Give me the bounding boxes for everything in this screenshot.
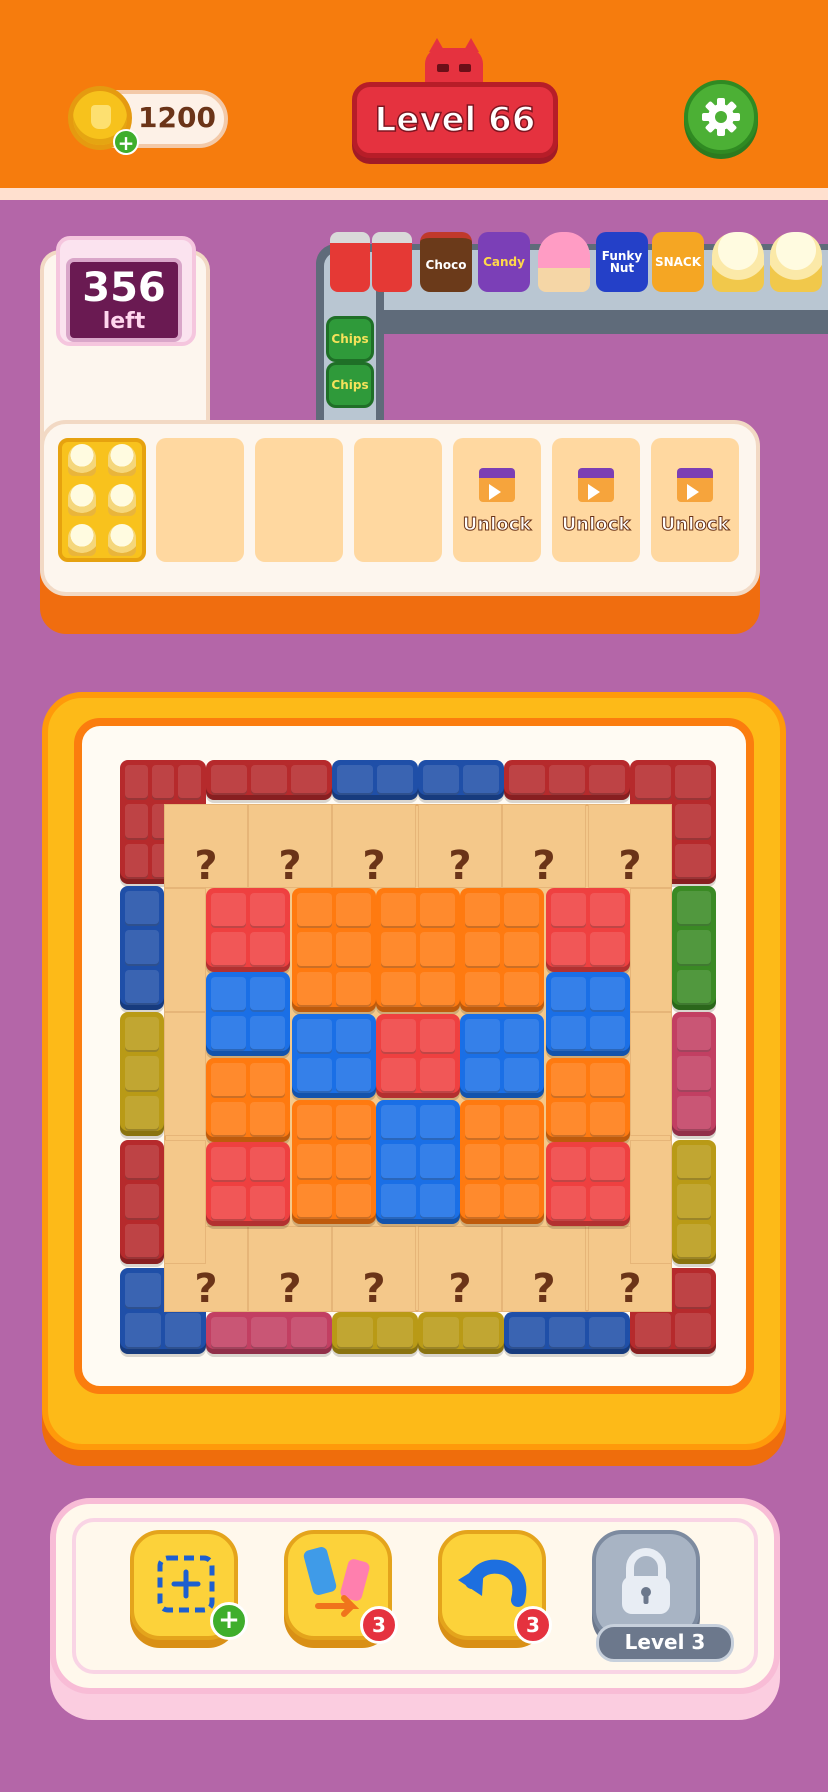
popcorn-icon [68, 484, 96, 516]
tray-slot-empty [156, 438, 244, 562]
mystery-tile: ? [248, 804, 332, 889]
block-tile[interactable] [332, 760, 418, 800]
conveyor-item-chips: Chips [326, 316, 374, 362]
level-badge: Level 66 [352, 82, 558, 158]
tray-slot-locked[interactable]: Unlock [651, 438, 739, 562]
settings-button[interactable] [684, 80, 758, 154]
block-tile[interactable] [460, 1100, 544, 1224]
popcorn-icon [68, 524, 96, 556]
tray-slot-filled [58, 438, 146, 562]
mystery-tile [164, 1012, 206, 1136]
block-tile[interactable] [206, 972, 290, 1056]
tray-slot-locked[interactable]: Unlock [453, 438, 541, 562]
mystery-tile: ? [332, 804, 416, 889]
conveyor-item-popcorn [712, 232, 764, 292]
block-tile[interactable] [672, 1140, 716, 1264]
conveyor-item-chips: Chips [326, 362, 374, 408]
conveyor-item-popcorn [770, 232, 822, 292]
block-tile[interactable] [120, 886, 164, 1010]
mystery-tile: ? [418, 804, 502, 889]
block-tile[interactable] [418, 1312, 504, 1354]
mystery-tile: ? [418, 1226, 502, 1312]
mystery-tile [164, 888, 206, 1012]
popcorn-icon [108, 484, 136, 516]
undo-button[interactable]: 3 [438, 1530, 552, 1644]
block-tile[interactable] [292, 888, 376, 1012]
block-tile[interactable] [376, 888, 460, 1012]
conveyor-item-icecream [538, 232, 590, 292]
video-ad-icon [479, 468, 515, 502]
block-tile[interactable] [206, 1142, 290, 1226]
popcorn-icon [108, 524, 136, 556]
add-coins-icon[interactable]: + [113, 129, 139, 155]
mystery-tile: ? [502, 804, 586, 889]
block-tile[interactable] [460, 1014, 544, 1098]
block-tile[interactable] [376, 1014, 460, 1098]
block-tile[interactable] [546, 888, 630, 972]
gear-icon [702, 98, 740, 136]
unlock-label: Unlock [660, 514, 730, 536]
tray-slot-empty [255, 438, 343, 562]
tray-slot-empty [354, 438, 442, 562]
coin-amount: 1200 [138, 101, 216, 134]
block-tile[interactable] [206, 760, 332, 800]
undo-count-badge: 3 [514, 1606, 552, 1644]
coin-icon: + [68, 86, 139, 155]
block-tile[interactable] [546, 1058, 630, 1142]
popcorn-icon [108, 444, 136, 476]
conveyor-item-snackbag: SNACK [652, 232, 704, 292]
mystery-tile [630, 1140, 672, 1264]
block-tile[interactable] [206, 1312, 332, 1354]
remaining-number: 356 [82, 265, 166, 311]
locked-booster-label: Level 3 [596, 1624, 734, 1662]
unlock-label: Unlock [561, 514, 631, 536]
mystery-tile: ? [164, 804, 248, 889]
mystery-tile: ? [502, 1226, 586, 1312]
block-tile[interactable] [292, 1100, 376, 1224]
block-tile[interactable] [206, 888, 290, 972]
block-tile[interactable] [672, 1012, 716, 1136]
block-tile[interactable] [376, 1100, 460, 1224]
video-ad-icon [677, 468, 713, 502]
mystery-tile [630, 1012, 672, 1136]
mystery-tile: ? [332, 1226, 416, 1312]
conveyor-item-candy: Candy [478, 232, 530, 292]
block-tile[interactable] [672, 886, 716, 1010]
block-tile[interactable] [120, 1012, 164, 1136]
conveyor-item-can [372, 232, 412, 292]
block-tile[interactable] [460, 888, 544, 1012]
block-tile[interactable] [120, 1140, 164, 1264]
remaining-counter: 356 left [66, 258, 182, 342]
block-tile[interactable] [546, 1142, 630, 1226]
mystery-tile [164, 1140, 206, 1264]
block-tile[interactable] [504, 1312, 630, 1354]
conveyor-item-funky: Funky Nut [596, 232, 648, 292]
block-tile[interactable] [546, 972, 630, 1056]
unlock-label: Unlock [462, 514, 532, 536]
mystery-tile: ? [248, 1226, 332, 1312]
conveyor-item-choco: Choco [420, 232, 472, 292]
block-tile[interactable] [292, 1014, 376, 1098]
video-ad-icon [578, 468, 614, 502]
popcorn-icon [68, 444, 96, 476]
add-slot-button[interactable]: + [130, 1530, 248, 1640]
lock-icon [622, 1548, 670, 1614]
block-tile[interactable] [418, 760, 504, 800]
block-tile[interactable] [206, 1058, 290, 1142]
conveyor-item-can [330, 232, 370, 292]
add-slot-badge: + [210, 1602, 248, 1640]
shuffle-button[interactable]: 3 [284, 1530, 398, 1644]
mystery-tile [630, 888, 672, 1012]
mystery-tile: ? [588, 804, 672, 889]
remaining-label: left [102, 309, 146, 334]
block-tile[interactable] [504, 760, 630, 800]
tray-slot-locked[interactable]: Unlock [552, 438, 640, 562]
shuffle-count-badge: 3 [360, 1606, 398, 1644]
block-tile[interactable] [332, 1312, 418, 1354]
level-title: Level 66 [374, 99, 536, 141]
